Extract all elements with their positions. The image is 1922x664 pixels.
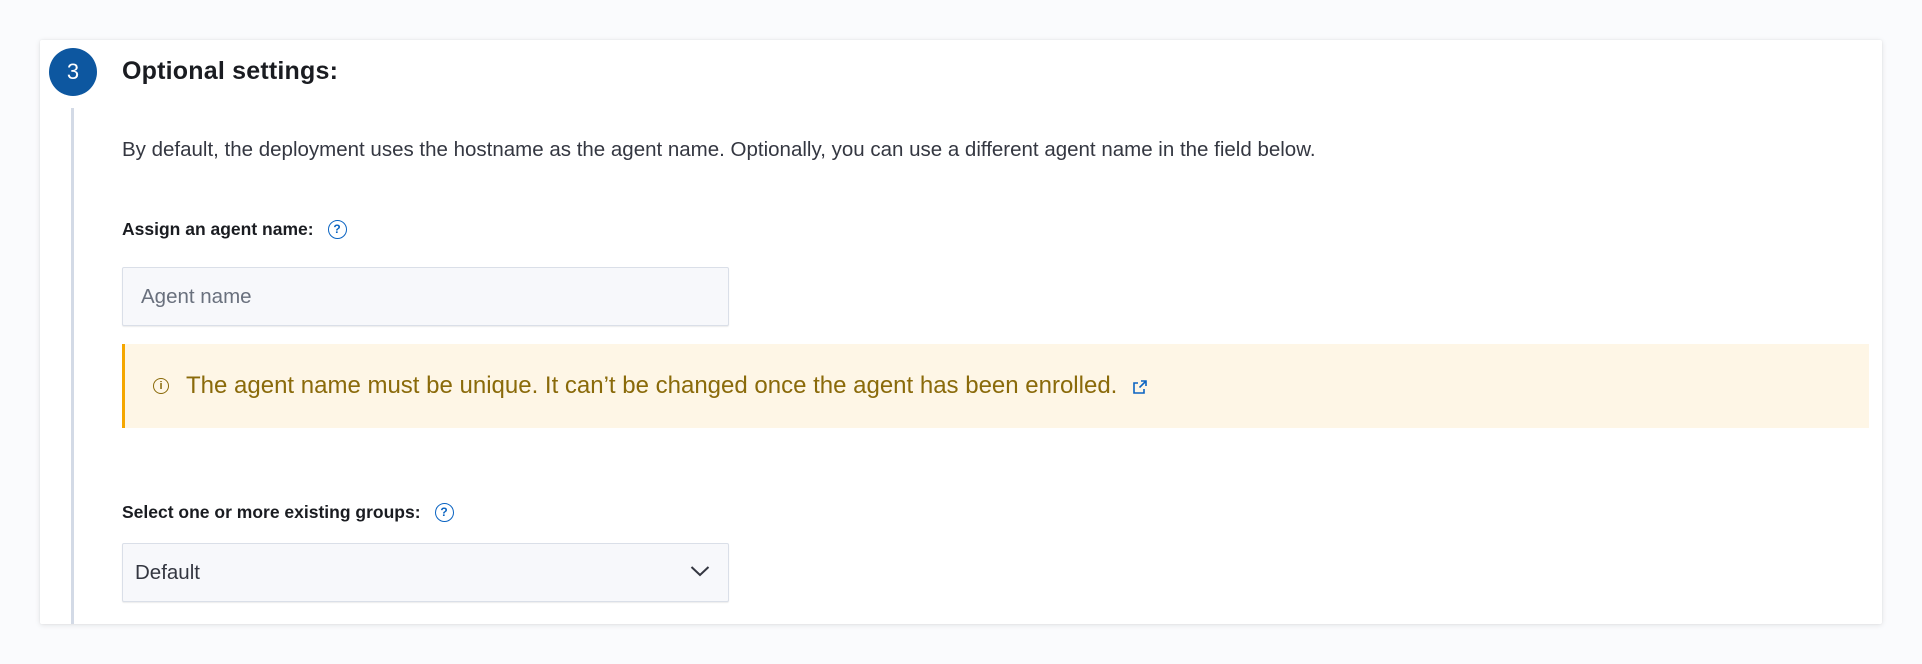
question-circle-icon[interactable]: ? xyxy=(327,220,347,239)
groups-select[interactable]: Default xyxy=(122,543,729,602)
groups-selected-value: Default xyxy=(135,560,200,584)
step-description: By default, the deployment uses the host… xyxy=(122,138,1316,161)
agent-name-label-row: Assign an agent name: ? xyxy=(122,219,347,240)
agent-name-label: Assign an agent name: xyxy=(122,219,314,239)
agent-name-field-wrapper xyxy=(122,267,729,326)
step-number-badge: 3 xyxy=(49,48,97,96)
unique-name-callout: i The agent name must be unique. It can’… xyxy=(122,344,1869,428)
callout-message: The agent name must be unique. It can’t … xyxy=(186,372,1148,400)
groups-label-row: Select one or more existing groups: ? xyxy=(122,502,454,523)
agent-name-input[interactable] xyxy=(123,268,728,325)
info-circle-icon: i xyxy=(153,378,169,394)
external-link-icon[interactable] xyxy=(1132,379,1148,395)
step-title: Optional settings: xyxy=(122,57,339,85)
callout-text: The agent name must be unique. It can’t … xyxy=(186,372,1118,399)
question-circle-icon[interactable]: ? xyxy=(434,503,454,522)
step-connector-line xyxy=(71,108,74,624)
optional-settings-panel xyxy=(40,40,1882,624)
chevron-down-icon xyxy=(690,564,710,582)
groups-label: Select one or more existing groups: xyxy=(122,502,421,522)
